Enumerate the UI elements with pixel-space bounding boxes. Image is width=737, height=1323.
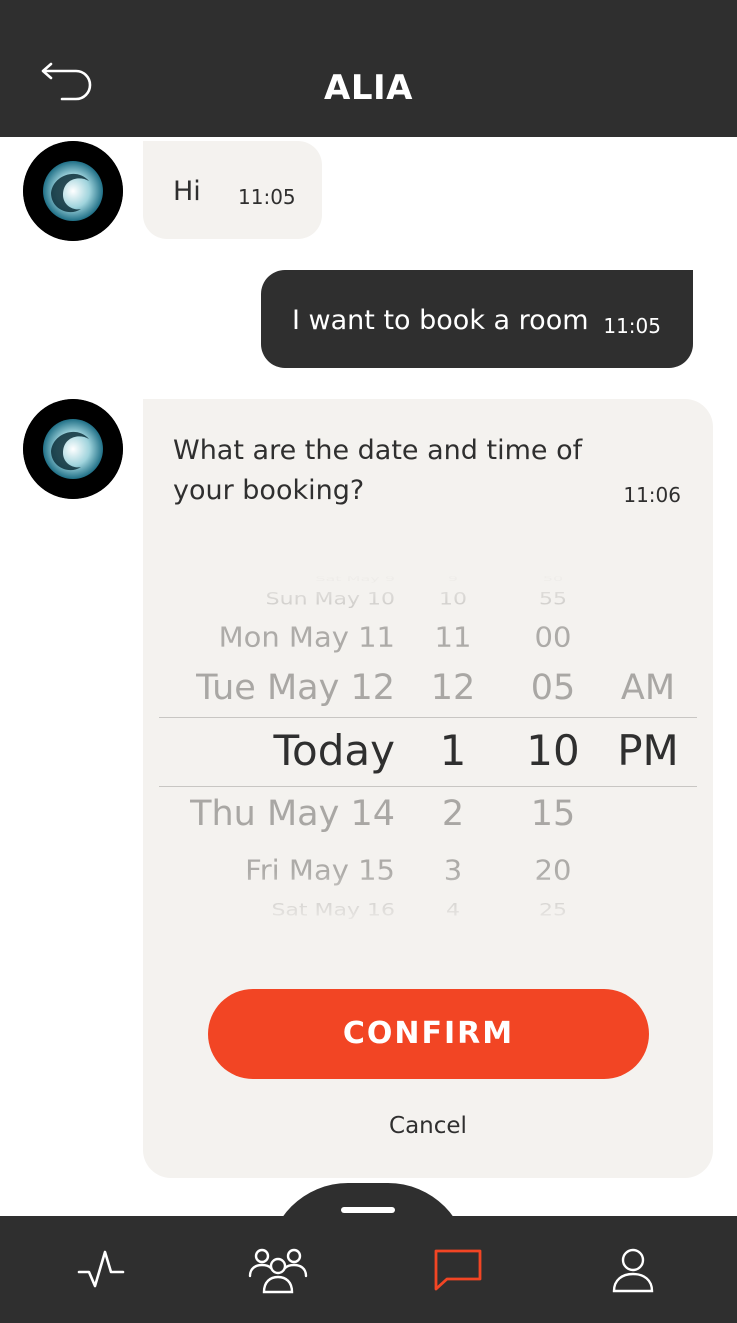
user-icon <box>612 1248 654 1292</box>
picker-selection-top-line <box>159 717 697 718</box>
message-time: 11:05 <box>238 185 296 209</box>
message-time: 11:05 <box>603 314 661 338</box>
picker-date-option[interactable]: Sun May 17 <box>159 929 395 931</box>
tab-community[interactable] <box>208 1216 348 1323</box>
cancel-button[interactable]: Cancel <box>143 1113 713 1139</box>
confirm-button[interactable]: CONFIRM <box>208 989 649 1079</box>
chat-icon <box>434 1249 482 1290</box>
picker-hour-option[interactable]: 5 <box>403 929 503 931</box>
bot-message: Hi 11:05 <box>143 141 322 239</box>
pulse-icon <box>77 1250 125 1287</box>
page-title: ALIA <box>324 68 413 108</box>
picker-date-option[interactable]: Sat May 9 <box>159 574 395 583</box>
picker-minute-option[interactable]: 25 <box>503 901 603 921</box>
tab-profile[interactable] <box>563 1216 703 1323</box>
drawer-handle-bar <box>341 1207 395 1213</box>
picker-minute-option[interactable]: 15 <box>503 794 603 834</box>
message-time: 11:06 <box>623 483 681 507</box>
picker-hour-selected[interactable]: 1 <box>403 726 503 775</box>
picker-minute-option[interactable]: 20 <box>503 854 603 886</box>
picker-hour-option[interactable]: 12 <box>403 668 503 708</box>
picker-hour-option[interactable]: 2 <box>403 794 503 834</box>
picker-hour-option[interactable]: 10 <box>403 590 503 610</box>
picker-hour-option[interactable]: 9 <box>403 574 503 583</box>
picker-date-option[interactable]: Mon May 11 <box>159 621 395 653</box>
tab-bar <box>0 1216 737 1323</box>
picker-minute-option[interactable]: 55 <box>503 590 603 610</box>
picker-minute-option[interactable]: 05 <box>503 668 603 708</box>
picker-minute-option[interactable]: 00 <box>503 621 603 653</box>
alia-logo-icon <box>23 399 123 499</box>
picker-minute-option[interactable]: 50 <box>503 574 603 583</box>
picker-date-option[interactable]: Sat May 16 <box>159 901 395 921</box>
picker-minute-selected[interactable]: 10 <box>503 726 603 775</box>
picker-date-option[interactable]: Thu May 14 <box>159 794 395 834</box>
picker-hour-option[interactable]: 3 <box>403 854 503 886</box>
picker-ampm-option[interactable]: AM <box>599 668 697 708</box>
picker-date-option[interactable]: Sun May 10 <box>159 590 395 610</box>
message-text: Hi <box>173 176 201 207</box>
picker-hour-option[interactable]: 11 <box>403 621 503 653</box>
bot-avatar <box>23 141 123 241</box>
message-text: I want to book a room <box>292 305 589 336</box>
header-bar: ALIA <box>0 0 737 137</box>
bot-avatar <box>23 399 123 499</box>
tab-activity[interactable] <box>31 1216 171 1323</box>
picker-ampm-selected[interactable]: PM <box>599 726 697 775</box>
tab-chat[interactable] <box>388 1216 528 1323</box>
picker-hour-option[interactable]: 4 <box>403 901 503 921</box>
alia-logo-icon <box>23 141 123 241</box>
group-icon <box>248 1248 308 1293</box>
picker-date-option[interactable]: Tue May 12 <box>159 668 395 708</box>
user-message: I want to book a room 11:05 <box>261 270 693 368</box>
booking-card: What are the date and time of your booki… <box>143 399 713 1178</box>
picker-date-selected[interactable]: Today <box>159 726 395 775</box>
message-text: What are the date and time of your booki… <box>173 435 583 506</box>
picker-selection-bottom-line <box>159 786 697 787</box>
picker-minute-option[interactable]: 30 <box>503 929 603 931</box>
picker-date-option[interactable]: Fri May 15 <box>159 854 395 886</box>
date-time-picker[interactable]: Sat May 9 Sun May 10 Mon May 11 Tue May 12 T… <box>159 571 697 931</box>
